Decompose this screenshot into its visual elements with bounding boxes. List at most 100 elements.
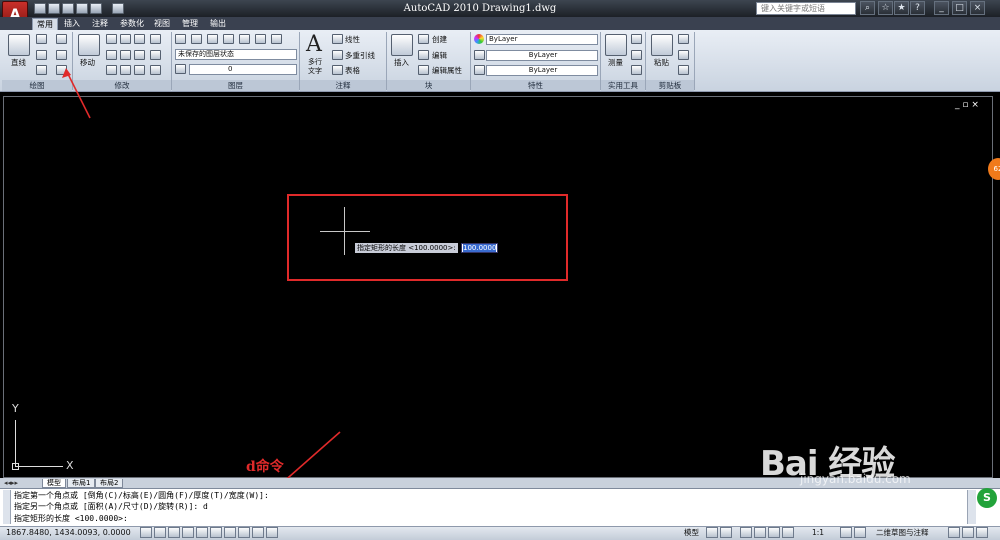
ellipse-icon[interactable] xyxy=(36,65,47,75)
grid-display-icon[interactable] xyxy=(154,527,166,538)
multileader-label[interactable]: 多重引线 xyxy=(345,51,375,60)
paste-icon[interactable] xyxy=(651,34,673,56)
polyline-icon[interactable] xyxy=(36,34,47,44)
object-snap-icon[interactable] xyxy=(196,527,208,538)
stretch-icon[interactable] xyxy=(134,50,145,60)
utilities-panel-title[interactable]: 实用工具 xyxy=(601,80,645,91)
tab-home[interactable]: 常用 xyxy=(32,18,58,30)
coordinates-readout[interactable]: 1867.8480, 1434.0093, 0.0000 xyxy=(6,528,131,538)
layer-tool-icon[interactable] xyxy=(239,34,250,44)
clipboard-panel-title[interactable]: 剪贴板 xyxy=(646,80,694,91)
quick-select-icon[interactable] xyxy=(631,34,642,44)
lineweight-dropdown[interactable]: ByLayer xyxy=(486,65,598,76)
edit-block-icon[interactable] xyxy=(418,50,429,60)
offset-icon[interactable] xyxy=(134,65,145,75)
erase-icon[interactable] xyxy=(150,34,161,44)
linetype-icon[interactable] xyxy=(474,50,485,60)
layer-tool-icon[interactable] xyxy=(271,34,282,44)
color-wheel-icon[interactable] xyxy=(474,34,484,44)
dynamic-input-icon[interactable] xyxy=(238,527,250,538)
tab-layout1[interactable]: 布局1 xyxy=(67,479,96,488)
edit-block-label[interactable]: 编辑 xyxy=(432,51,447,60)
quick-calc-icon[interactable] xyxy=(631,50,642,60)
showmotion-icon[interactable] xyxy=(782,527,794,538)
command-line-grip[interactable] xyxy=(3,490,11,524)
annotation-visibility-icon[interactable] xyxy=(840,527,852,538)
move-tool-icon[interactable] xyxy=(78,34,100,56)
snap-mode-icon[interactable] xyxy=(140,527,152,538)
linetype-dropdown[interactable]: ByLayer xyxy=(486,50,598,61)
redo-icon[interactable] xyxy=(90,3,102,14)
layer-state-dropdown[interactable]: 未保存的图层状态 xyxy=(175,49,297,60)
tab-manage[interactable]: 管理 xyxy=(178,18,202,30)
copy-clip-icon[interactable] xyxy=(678,50,689,60)
tab-model[interactable]: 模型 xyxy=(42,479,66,488)
ducs-icon[interactable] xyxy=(224,527,236,538)
lightbulb-icon[interactable] xyxy=(175,64,186,74)
tab-view[interactable]: 视图 xyxy=(150,18,174,30)
rectangle-icon[interactable] xyxy=(56,50,67,60)
modify-panel-title[interactable]: 修改 xyxy=(73,80,171,91)
annotation-panel-title[interactable]: 注释 xyxy=(300,80,386,91)
command-input-line[interactable]: 指定矩形的长度 <100.0000>: xyxy=(14,514,128,524)
model-space-label[interactable]: 模型 xyxy=(684,528,699,538)
annotation-scale-label[interactable]: 1:1 xyxy=(812,528,824,538)
layer-tool-icon[interactable] xyxy=(223,34,234,44)
tab-parametric[interactable]: 参数化 xyxy=(116,18,148,30)
favorites-icon[interactable]: ★ xyxy=(894,1,909,15)
copy-icon[interactable] xyxy=(106,34,117,44)
maximize-button[interactable]: □ xyxy=(952,1,967,15)
join-icon[interactable] xyxy=(150,65,161,75)
polar-tracking-icon[interactable] xyxy=(182,527,194,538)
measure-icon[interactable] xyxy=(605,34,627,56)
search-icon[interactable]: ⌕ xyxy=(860,1,875,15)
table-icon[interactable] xyxy=(332,65,343,75)
object-snap-tracking-icon[interactable] xyxy=(210,527,222,538)
layer-tool-icon[interactable] xyxy=(255,34,266,44)
properties-panel-title[interactable]: 特性 xyxy=(471,80,600,91)
arc-icon[interactable] xyxy=(56,34,67,44)
create-block-icon[interactable] xyxy=(418,34,429,44)
steeringwheel-icon[interactable] xyxy=(768,527,780,538)
auto-scale-icon[interactable] xyxy=(854,527,866,538)
tab-insert[interactable]: 插入 xyxy=(60,18,84,30)
help-icon[interactable]: ? xyxy=(910,1,925,15)
plot-icon[interactable] xyxy=(112,3,124,14)
ortho-mode-icon[interactable] xyxy=(168,527,180,538)
undo-icon[interactable] xyxy=(76,3,88,14)
tab-output[interactable]: 输出 xyxy=(206,18,230,30)
cut-icon[interactable] xyxy=(678,34,689,44)
layout-view-icon[interactable] xyxy=(706,527,718,538)
lineweight-toggle-icon[interactable] xyxy=(252,527,264,538)
tab-layout2[interactable]: 布局2 xyxy=(95,479,124,488)
new-file-icon[interactable] xyxy=(34,3,46,14)
table-label[interactable]: 表格 xyxy=(345,66,360,75)
isolate-objects-icon[interactable] xyxy=(962,527,974,538)
line-tool-icon[interactable] xyxy=(8,34,30,56)
lock-icon[interactable] xyxy=(948,527,960,538)
quick-properties-icon[interactable] xyxy=(266,527,278,538)
explode-icon[interactable] xyxy=(150,50,161,60)
linear-dimension-label[interactable]: 线性 xyxy=(345,35,360,44)
trim-icon[interactable] xyxy=(134,34,145,44)
close-button[interactable]: × xyxy=(970,1,985,15)
workspace-switch-label[interactable]: 二维草图与注释 xyxy=(876,528,929,538)
green-badge-icon[interactable]: S xyxy=(977,488,997,508)
draw-panel-title[interactable]: 绘图 xyxy=(2,80,72,91)
insert-block-icon[interactable] xyxy=(391,34,413,56)
match-properties-icon[interactable] xyxy=(678,65,689,75)
layout-nav-arrows[interactable]: ◂◂▸▸ xyxy=(4,479,18,487)
layer-tool-icon[interactable] xyxy=(191,34,202,44)
layer-dropdown[interactable]: 0 xyxy=(189,64,297,75)
edit-attributes-label[interactable]: 编辑属性 xyxy=(432,66,462,75)
multileader-icon[interactable] xyxy=(332,50,343,60)
layer-tool-icon[interactable] xyxy=(207,34,218,44)
layer-properties-icon[interactable] xyxy=(175,34,186,44)
pan-icon[interactable] xyxy=(740,527,752,538)
edit-attributes-icon[interactable] xyxy=(418,65,429,75)
open-file-icon[interactable] xyxy=(48,3,60,14)
search-input[interactable]: 键入关键字或短语 xyxy=(756,2,856,15)
block-panel-title[interactable]: 块 xyxy=(387,80,470,91)
zoom-icon[interactable] xyxy=(754,527,766,538)
linear-dimension-icon[interactable] xyxy=(332,34,343,44)
